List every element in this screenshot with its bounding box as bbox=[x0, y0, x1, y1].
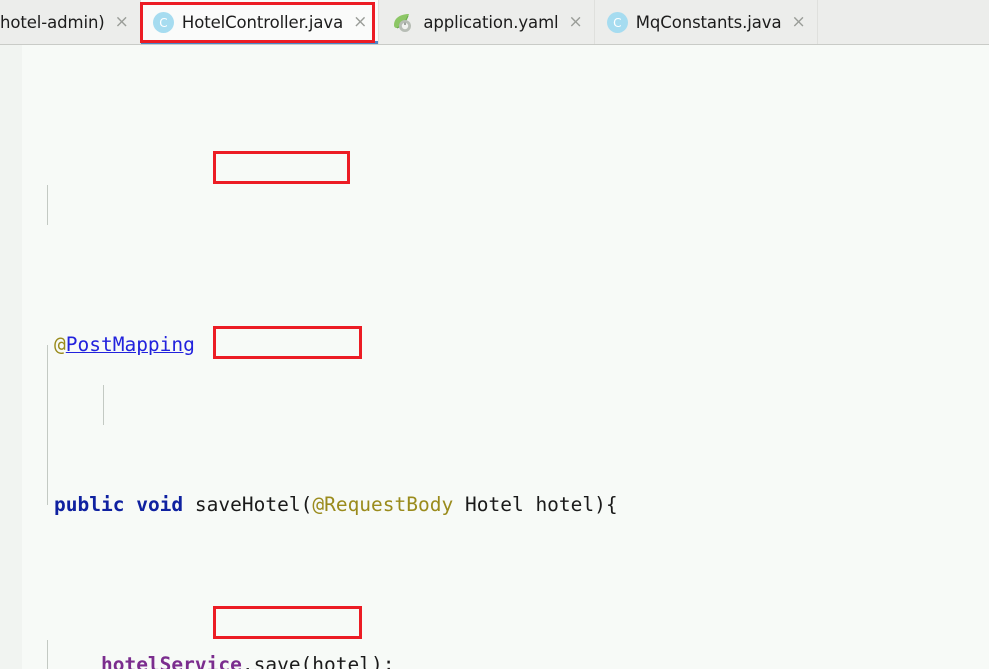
tab-hotel-admin[interactable]: hotel-admin) × bbox=[0, 0, 141, 44]
code-line-savehotel-signature: public void saveHotel(@RequestBody Hotel… bbox=[0, 485, 989, 525]
class-icon: C bbox=[152, 12, 174, 33]
close-icon[interactable]: × bbox=[351, 14, 369, 31]
token-annotation-name: PostMapping bbox=[65, 333, 195, 356]
code-content[interactable]: @PostMapping public void saveHotel(@Requ… bbox=[0, 45, 989, 669]
spring-config-icon bbox=[391, 12, 415, 34]
tab-label: application.yaml bbox=[423, 13, 559, 32]
code-line-postmapping: @PostMapping bbox=[0, 325, 989, 365]
editor-tab-bar: hotel-admin) × C HotelController.java × … bbox=[0, 0, 989, 45]
tab-label: hotel-admin) bbox=[0, 13, 105, 32]
tab-application-yaml[interactable]: application.yaml × bbox=[379, 0, 595, 44]
close-icon[interactable]: × bbox=[789, 14, 807, 31]
class-icon: C bbox=[606, 12, 628, 33]
tab-mqconstants-java[interactable]: C MqConstants.java × bbox=[595, 0, 818, 44]
token-paren: ( bbox=[300, 493, 313, 516]
tab-hotelcontroller-java[interactable]: C HotelController.java × bbox=[140, 0, 380, 44]
token-void: void bbox=[136, 493, 184, 516]
token-paren: ) bbox=[594, 493, 606, 516]
close-icon[interactable]: × bbox=[567, 14, 585, 31]
token-call-save: .save(hotel); bbox=[241, 653, 395, 669]
token-at: @ bbox=[54, 333, 66, 356]
code-line-hotelservice-save: hotelService.save(hotel); bbox=[0, 645, 989, 669]
token-annotation-requestbody: @RequestBody bbox=[312, 493, 454, 516]
token-param-hotel: hotel bbox=[535, 493, 595, 516]
close-icon[interactable]: × bbox=[113, 14, 131, 31]
code-editor[interactable]: @PostMapping public void saveHotel(@Requ… bbox=[0, 45, 989, 669]
tab-label: HotelController.java bbox=[181, 13, 344, 32]
token-type-hotel: Hotel bbox=[464, 493, 524, 516]
token-brace: { bbox=[605, 493, 618, 516]
tab-label: MqConstants.java bbox=[635, 13, 782, 32]
token-public: public bbox=[54, 493, 125, 516]
token-method-savehotel: saveHotel bbox=[194, 493, 301, 516]
token-field-hotelservice: hotelService bbox=[100, 653, 242, 669]
